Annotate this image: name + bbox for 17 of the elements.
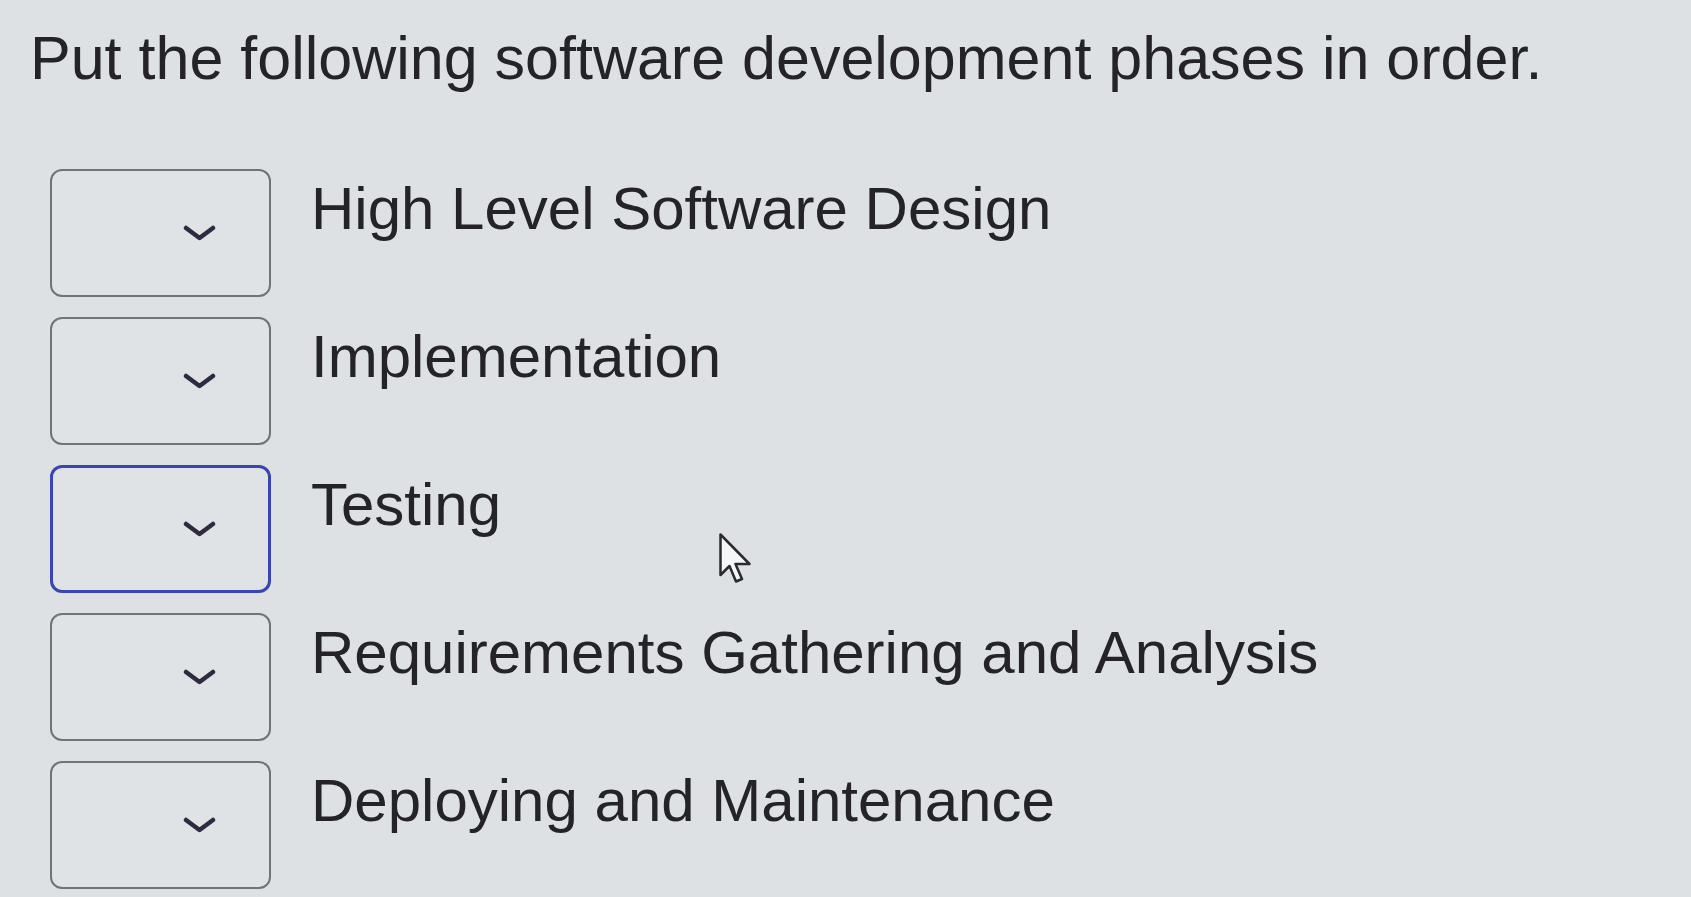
phase-label: Requirements Gathering and Analysis (311, 618, 1319, 689)
dropdown[interactable] (50, 169, 271, 298)
chevron-down-icon (183, 817, 216, 834)
dropdown[interactable] (50, 317, 271, 446)
chevron-down-icon (183, 373, 216, 390)
phase-label: Deploying and Maintenance (311, 766, 1055, 837)
dropdown[interactable] (50, 465, 271, 594)
phase-label: Implementation (311, 322, 722, 393)
mouse-pointer-icon (719, 533, 751, 583)
dropdown[interactable] (50, 761, 271, 890)
phase-label: Testing (311, 470, 502, 541)
question-text: Put the following software development phases in order. (30, 23, 1543, 94)
dropdown[interactable] (50, 613, 271, 742)
chevron-down-icon (183, 521, 216, 538)
chevron-down-icon (183, 225, 216, 242)
phase-label: High Level Software Design (311, 174, 1052, 245)
chevron-down-icon (183, 669, 216, 686)
